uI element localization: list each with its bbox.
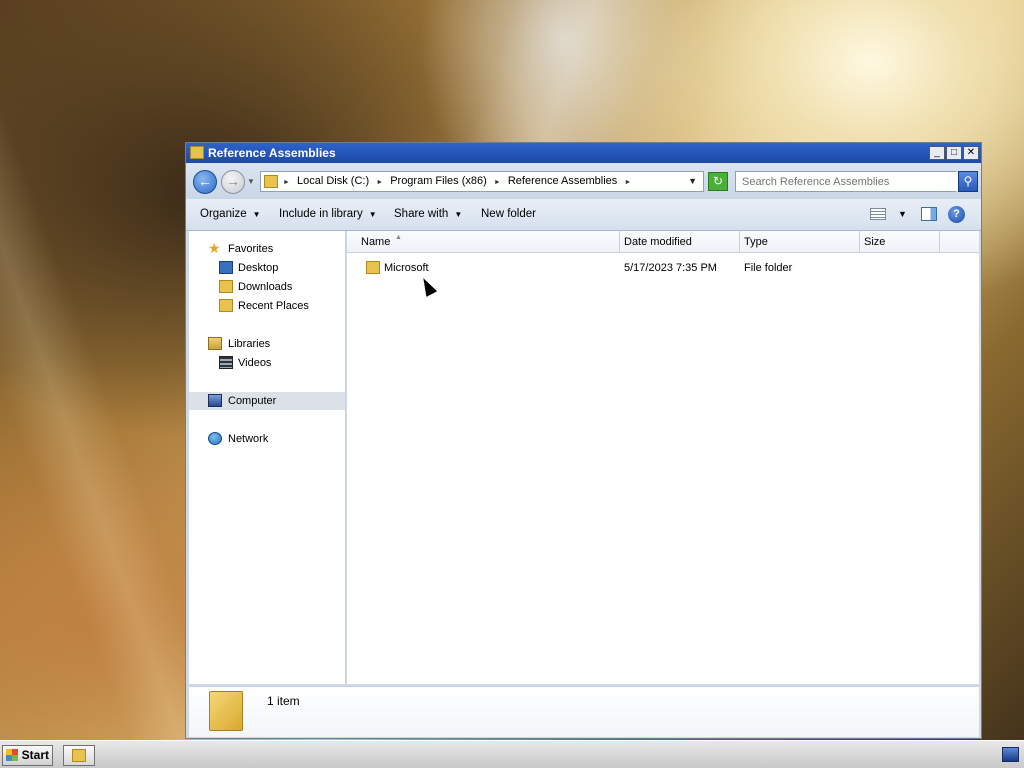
sort-ascending-icon: ▲ [395, 234, 402, 241]
nav-item-network[interactable]: Network [189, 430, 345, 448]
file-name[interactable]: Microsoft [384, 262, 429, 274]
nav-item-desktop[interactable]: Desktop [189, 259, 345, 277]
nav-item-libraries[interactable]: Libraries [189, 335, 345, 353]
nav-label: Libraries [228, 338, 271, 350]
nav-label: Favorites [228, 243, 274, 255]
nav-item-favorites[interactable]: ★ Favorites [189, 240, 345, 258]
navigation-pane: ★ Favorites Desktop Downloads Recent Pla… [189, 231, 346, 684]
item-count: 1 item [267, 694, 300, 708]
nav-label: Videos [238, 357, 272, 369]
minimize-button[interactable]: _ [929, 146, 945, 160]
folder-icon [366, 261, 380, 274]
folder-icon [264, 175, 278, 188]
windows-logo-icon [6, 749, 18, 761]
nav-item-computer[interactable]: Computer [189, 392, 345, 410]
folder-icon [209, 691, 243, 731]
downloads-icon [219, 280, 233, 293]
file-list: Name ▲ Date modified Type Size Microsoft… [347, 231, 979, 684]
column-header-type[interactable]: Type [740, 231, 860, 253]
breadcrumb-separator[interactable]: ► [494, 179, 501, 186]
breadcrumb-reference-assemblies[interactable]: Reference Assemblies [508, 175, 617, 187]
folder-icon [190, 146, 204, 159]
chevron-down-icon: ▼ [252, 210, 261, 219]
libraries-icon [208, 337, 222, 350]
back-button[interactable]: ← [193, 170, 217, 194]
nav-label: Desktop [238, 262, 279, 274]
nav-label: Network [228, 433, 269, 445]
search-icon[interactable]: ⚲ [958, 171, 978, 192]
explorer-window: Reference Assemblies _ □ ✕ ← → ▼ ► Local… [185, 142, 982, 739]
nav-item-recent-places[interactable]: Recent Places [189, 297, 345, 315]
file-row[interactable]: Microsoft 5/17/2023 7:35 PM File folder [347, 259, 979, 279]
navigation-bar: ← → ▼ ► Local Disk (C:) ► Program Files … [186, 163, 981, 199]
file-date-modified: 5/17/2023 7:35 PM [624, 262, 717, 274]
nav-item-videos[interactable]: Videos [189, 354, 345, 372]
window-title: Reference Assemblies [208, 146, 336, 160]
title-bar[interactable]: Reference Assemblies _ □ ✕ [186, 143, 981, 163]
desktop-icon [219, 261, 233, 274]
view-options-dropdown-icon[interactable]: ▼ [898, 209, 907, 219]
breadcrumb: ► Local Disk (C:) ► Program Files (x86) … [283, 175, 635, 187]
command-bar: Organize ▼ Include in library ▼ Share with… [186, 199, 981, 231]
file-type: File folder [744, 262, 793, 274]
network-icon [208, 432, 222, 445]
start-label: Start [21, 748, 49, 762]
refresh-button[interactable]: ↻ [708, 172, 728, 191]
share-with-label: Share with [394, 208, 449, 220]
nav-item-downloads[interactable]: Downloads [189, 278, 345, 296]
column-header-date-modified[interactable]: Date modified [620, 231, 740, 253]
breadcrumb-program-files[interactable]: Program Files (x86) [390, 175, 487, 187]
search-box[interactable] [735, 171, 958, 192]
taskbar-explorer-button[interactable] [63, 745, 95, 766]
nav-label: Recent Places [238, 300, 309, 312]
address-dropdown-icon[interactable]: ▼ [688, 176, 697, 186]
column-header-label: Date modified [624, 236, 692, 248]
breadcrumb-separator[interactable]: ► [376, 179, 383, 186]
recent-places-icon [219, 299, 233, 312]
column-header-filler [940, 231, 979, 253]
videos-icon [219, 356, 233, 369]
new-folder-button[interactable]: New folder [481, 208, 536, 220]
include-in-library-label: Include in library [279, 208, 363, 220]
taskbar: Start [0, 740, 1024, 768]
computer-icon [208, 394, 222, 407]
breadcrumb-local-disk[interactable]: Local Disk (C:) [297, 175, 369, 187]
breadcrumb-separator[interactable]: ► [624, 179, 631, 186]
details-pane: 1 item [189, 686, 979, 737]
nav-label: Downloads [238, 281, 293, 293]
address-bar[interactable]: ► Local Disk (C:) ► Program Files (x86) … [260, 171, 704, 192]
search-input[interactable] [736, 172, 958, 191]
forward-button[interactable]: → [221, 170, 245, 194]
organize-label: Organize [200, 208, 247, 220]
help-icon[interactable]: ? [948, 206, 965, 223]
star-icon: ★ [208, 240, 221, 256]
show-desktop-icon[interactable] [1002, 747, 1019, 762]
close-button[interactable]: ✕ [963, 146, 979, 160]
start-button[interactable]: Start [2, 745, 53, 766]
column-header-label: Type [744, 236, 768, 248]
column-header-size[interactable]: Size [860, 231, 940, 253]
change-view-icon[interactable] [870, 208, 886, 220]
nav-label: Computer [228, 395, 277, 407]
include-in-library-button[interactable]: Include in library ▼ [279, 208, 377, 220]
maximize-button[interactable]: □ [946, 146, 962, 160]
share-with-button[interactable]: Share with ▼ [394, 208, 462, 220]
chevron-down-icon: ▼ [368, 210, 377, 219]
preview-pane-icon[interactable] [921, 207, 937, 221]
breadcrumb-separator[interactable]: ► [283, 179, 290, 186]
column-header-name[interactable]: Name ▲ [347, 231, 620, 253]
column-header-label: Size [864, 236, 886, 248]
folder-icon [72, 749, 86, 762]
organize-button[interactable]: Organize ▼ [200, 208, 261, 220]
chevron-down-icon: ▼ [454, 210, 463, 219]
recent-pages-dropdown[interactable]: ▼ [247, 177, 255, 186]
column-header-label: Name [361, 236, 391, 248]
